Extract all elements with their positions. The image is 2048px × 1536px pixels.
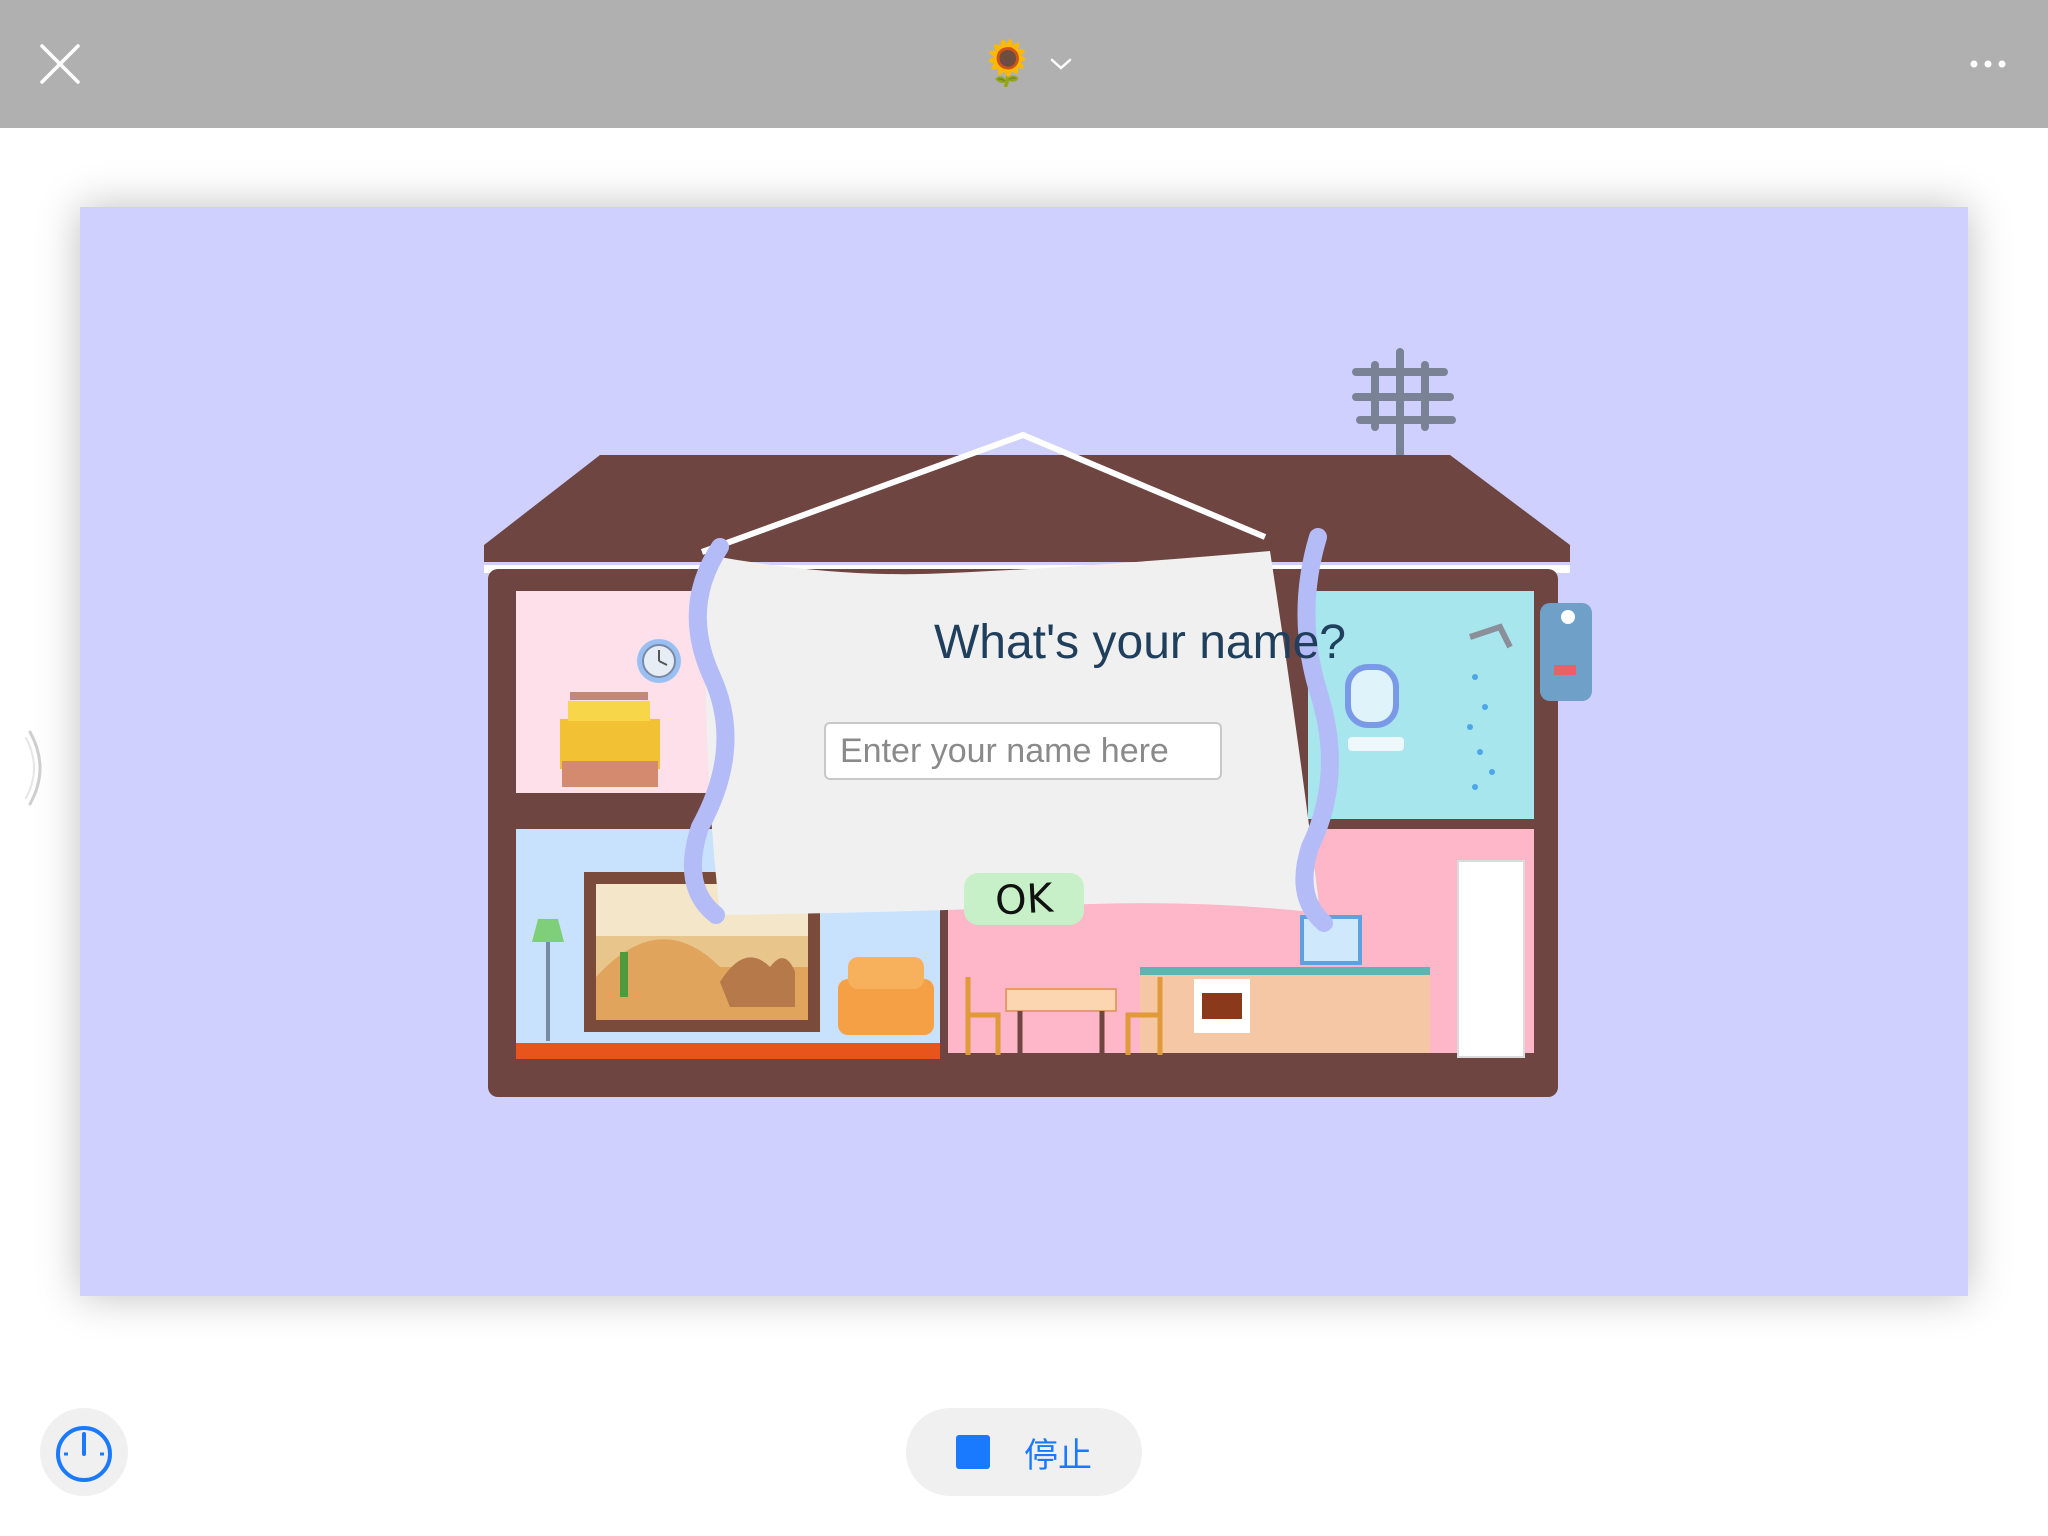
kitchen-floor xyxy=(948,1053,1534,1067)
stop-label: 停止 xyxy=(1024,1435,1092,1476)
stop-button[interactable]: 停止 xyxy=(906,1408,1142,1496)
roof xyxy=(484,455,1570,562)
project-title-dropdown[interactable]: 🌻 xyxy=(980,36,1073,92)
ok-button-label: OK xyxy=(994,875,1056,924)
stage-canvas[interactable]: What's your name? OK xyxy=(80,207,1968,1296)
stop-square-icon xyxy=(956,1435,990,1469)
more-horizontal-icon[interactable] xyxy=(1960,44,2016,84)
bed xyxy=(560,692,660,787)
sunflower-icon: 🌻 xyxy=(980,38,1035,89)
clock xyxy=(637,639,681,683)
speed-button[interactable] xyxy=(40,1408,128,1496)
speedometer-icon xyxy=(56,1426,112,1482)
top-bar: 🌻 xyxy=(0,0,2048,128)
ok-button[interactable]: OK xyxy=(964,873,1084,925)
dialog-title: What's your name? xyxy=(933,616,1346,669)
armchair xyxy=(838,957,934,1035)
chevron-down-icon xyxy=(1050,58,1072,70)
living-room-floor xyxy=(516,1043,940,1059)
name-input[interactable] xyxy=(824,722,1222,780)
close-icon[interactable] xyxy=(36,40,84,88)
chevron-right-icon[interactable] xyxy=(24,728,56,808)
